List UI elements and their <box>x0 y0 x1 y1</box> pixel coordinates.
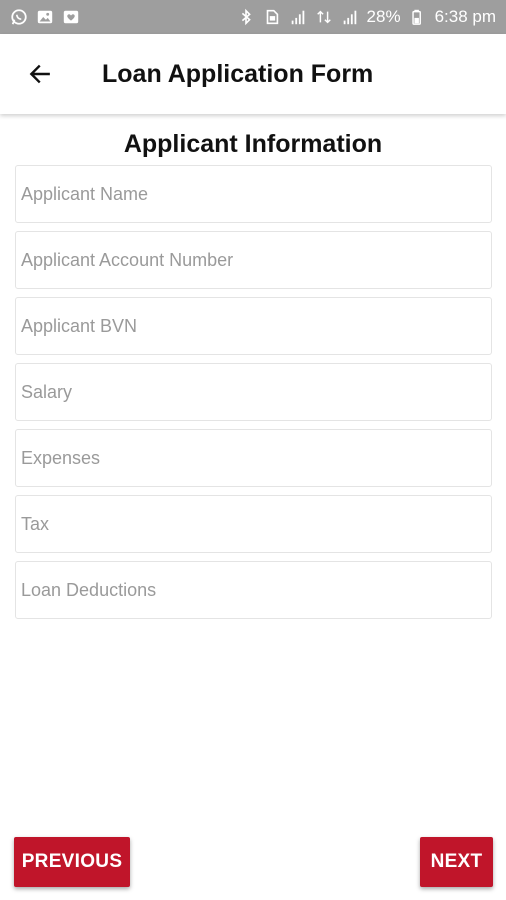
arrow-left-icon <box>29 64 50 84</box>
back-button[interactable] <box>20 54 60 94</box>
status-right: 28% 6:38 pm <box>237 7 496 27</box>
sim-icon <box>263 8 281 26</box>
applicant-name-input[interactable] <box>21 166 491 222</box>
expenses-input[interactable] <box>21 430 491 486</box>
loan-deductions-field-box <box>15 561 492 619</box>
tax-input[interactable] <box>21 496 491 552</box>
battery-icon <box>409 8 427 26</box>
signal-icon <box>289 8 307 26</box>
expenses-field-box <box>15 429 492 487</box>
loan-deductions-input[interactable] <box>21 562 491 618</box>
signal-icon <box>341 8 359 26</box>
status-bar: 28% 6:38 pm <box>0 0 506 34</box>
page-title: Loan Application Form <box>102 59 374 88</box>
bvn-field-box <box>15 297 492 355</box>
image-icon <box>36 8 54 26</box>
applicant-form <box>15 165 492 627</box>
salary-field-box <box>15 363 492 421</box>
salary-input[interactable] <box>21 364 491 420</box>
bluetooth-icon <box>237 8 255 26</box>
tax-field-box <box>15 495 492 553</box>
whatsapp-icon <box>10 8 28 26</box>
data-icon <box>315 8 333 26</box>
previous-button[interactable]: PREVIOUS <box>14 837 130 887</box>
section-title: Applicant Information <box>123 130 383 158</box>
account-number-input[interactable] <box>21 232 491 288</box>
app-bar: Loan Application Form <box>0 34 506 114</box>
account-number-field-box <box>15 231 492 289</box>
status-left <box>10 8 80 26</box>
applicant-name-field-box <box>15 165 492 223</box>
bvn-input[interactable] <box>21 298 491 354</box>
status-time: 6:38 pm <box>434 7 496 26</box>
next-button[interactable]: NEXT <box>420 837 493 887</box>
gallery-icon <box>62 8 80 26</box>
battery-percent: 28% <box>366 7 401 26</box>
